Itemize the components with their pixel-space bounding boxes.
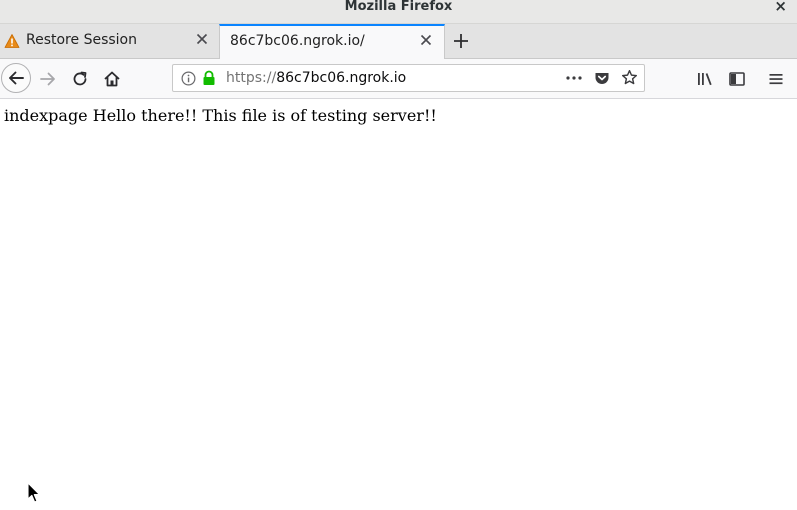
navigation-toolbar: https://86c7bc06.ngrok.io — [0, 59, 797, 99]
menu-button[interactable] — [762, 65, 790, 93]
reload-icon — [71, 70, 89, 88]
back-button[interactable] — [1, 63, 31, 93]
pocket-icon[interactable] — [594, 70, 610, 86]
close-tab-icon[interactable] — [194, 31, 210, 47]
back-icon — [7, 69, 25, 87]
tab-ngrok[interactable]: 86c7bc06.ngrok.io/ — [219, 24, 445, 60]
home-button[interactable] — [98, 65, 126, 93]
url-scheme: https:// — [226, 70, 277, 86]
lock-icon[interactable] — [201, 70, 217, 86]
forward-icon — [39, 70, 57, 88]
page-content: indexpage Hello there!! This file is of … — [0, 100, 797, 510]
library-button[interactable] — [691, 65, 719, 93]
url-bar[interactable]: https://86c7bc06.ngrok.io — [172, 64, 645, 92]
info-icon[interactable] — [181, 71, 196, 86]
page-actions-icon[interactable] — [565, 70, 583, 86]
tab-label: Restore Session — [26, 32, 137, 48]
bookmark-star-icon[interactable] — [621, 69, 638, 86]
url-host: 86c7bc06.ngrok.io — [276, 70, 407, 86]
tab-restore-session[interactable]: Restore Session — [0, 24, 218, 59]
menu-icon — [767, 70, 785, 88]
tab-label: 86c7bc06.ngrok.io/ — [230, 33, 365, 49]
home-icon — [103, 70, 121, 88]
mouse-cursor-icon — [27, 482, 41, 504]
window-title: Mozilla Firefox — [344, 0, 453, 14]
tab-strip: Restore Session 86c7bc06.ngrok.io/ — [0, 24, 797, 60]
reload-button[interactable] — [66, 65, 94, 93]
window-titlebar: Mozilla Firefox × — [0, 0, 797, 24]
page-body-text: indexpage Hello there!! This file is of … — [4, 106, 437, 125]
sidebar-icon — [728, 70, 746, 88]
warning-icon — [4, 33, 20, 49]
window-close-button[interactable]: × — [774, 0, 787, 14]
url-text: https://86c7bc06.ngrok.io — [226, 70, 406, 86]
new-tab-button[interactable] — [451, 30, 471, 52]
forward-button[interactable] — [34, 65, 62, 93]
close-tab-icon[interactable] — [418, 32, 434, 48]
library-icon — [696, 70, 714, 88]
sidebar-button[interactable] — [723, 65, 751, 93]
